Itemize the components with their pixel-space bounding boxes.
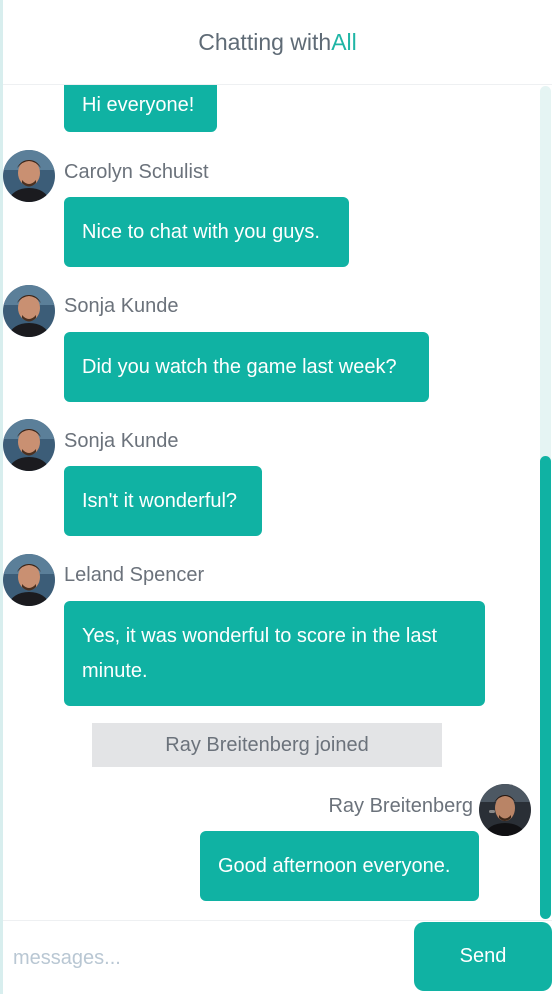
message-bubble: Nice to chat with you guys. [64,197,349,267]
system-notice: Ray Breitenberg joined [92,723,442,767]
message-text: Hi everyone! [82,94,195,116]
avatar-photo [479,784,531,836]
avatar[interactable] [3,285,55,337]
chat-app: Chatting with All Hi everyone! Carolyn Sc… [0,0,552,994]
sender-name: Sonja Kunde [64,430,179,452]
sender-name: Ray Breitenberg [328,795,473,817]
avatar[interactable] [3,150,55,202]
avatar-photo [3,554,55,606]
message-text: Isn't it wonderful? [82,489,238,512]
message-bubble: Yes, it was wonderful to score in the la… [64,601,485,706]
sender-name: Sonja Kunde [64,295,179,317]
message-bubble: Isn't it wonderful? [64,466,262,536]
avatar[interactable] [3,419,55,471]
scrollbar-thumb[interactable] [540,456,551,919]
message-composer: Send [3,920,552,994]
message-bubble: Hi everyone! [64,85,217,132]
scrollbar[interactable] [540,86,551,919]
message-text: Good afternoon everyone. [218,854,451,877]
chat-header: Chatting with All [3,0,552,85]
avatar-photo [3,285,55,337]
message-bubble: Good afternoon everyone. [200,831,479,901]
message-input[interactable] [11,935,405,981]
sender-name: Leland Spencer [64,564,205,586]
avatar-photo [3,419,55,471]
header-prefix: Chatting with [198,28,332,55]
avatar-photo [3,150,55,202]
send-button[interactable]: Send [414,922,552,991]
avatar[interactable] [3,554,55,606]
message-text: Nice to chat with you guys. [82,220,320,243]
message-list[interactable]: Hi everyone! Carolyn Schulist Nice to ch… [3,85,552,920]
avatar[interactable] [479,784,531,836]
message-bubble: Did you watch the game last week? [64,332,429,402]
header-target[interactable]: All [331,29,357,56]
message-text: Did you watch the game last week? [82,355,397,378]
sender-name: Carolyn Schulist [64,161,209,183]
message-text: Yes, it was wonderful to score in the la… [82,624,437,682]
